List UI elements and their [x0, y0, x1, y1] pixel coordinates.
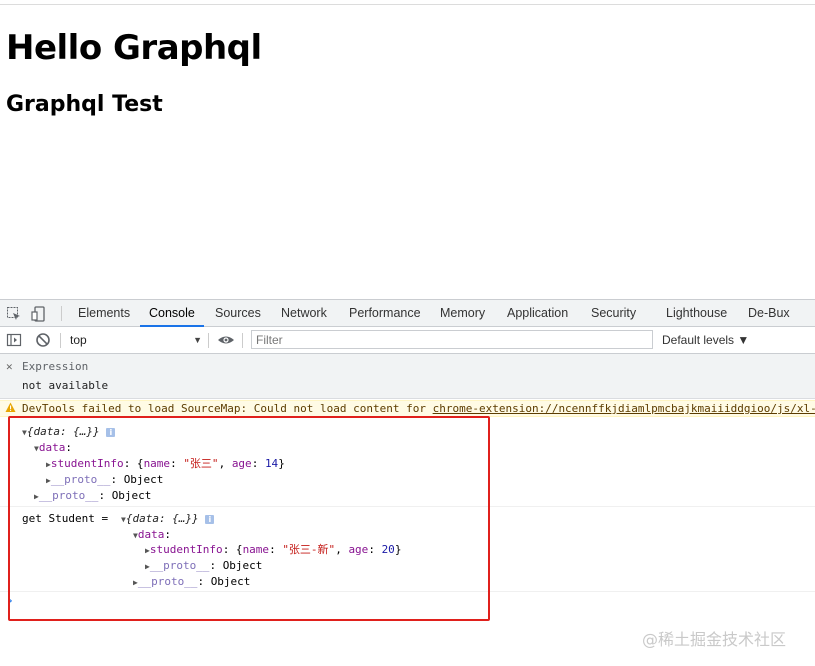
- tab-de-bux[interactable]: De-Bux: [748, 300, 790, 327]
- device-toolbar-icon[interactable]: [31, 306, 47, 322]
- live-expression: ✕ Expression not available: [0, 354, 815, 399]
- devtools-tabbar: Elements Console Sources Network Perform…: [0, 299, 815, 327]
- toolbar-divider: [242, 333, 243, 348]
- context-value: top: [70, 333, 87, 347]
- clear-console-icon[interactable]: [35, 332, 51, 348]
- default-levels-dropdown[interactable]: Default levels ▼: [662, 331, 749, 349]
- tab-network[interactable]: Network: [281, 300, 327, 327]
- console-toolbar: top ▼ Default levels ▼: [0, 327, 815, 354]
- warning-message: DevTools failed to load SourceMap: Could…: [0, 400, 815, 417]
- tab-security[interactable]: Security: [591, 300, 636, 327]
- warning-text: DevTools failed to load SourceMap: Could…: [22, 402, 433, 415]
- expression-value: not available: [22, 379, 109, 392]
- tab-console[interactable]: Console: [140, 300, 204, 327]
- sourcemap-link[interactable]: chrome-extension://ncennffkjdiamlpmcbajk…: [433, 402, 815, 415]
- tab-elements[interactable]: Elements: [78, 300, 130, 327]
- tab-performance[interactable]: Performance: [349, 300, 421, 327]
- expression-label[interactable]: Expression: [22, 360, 88, 373]
- toolbar-divider: [60, 333, 61, 348]
- context-selector[interactable]: top ▼: [66, 331, 206, 349]
- page-heading: Hello Graphql: [6, 28, 262, 68]
- eye-icon[interactable]: [217, 332, 234, 348]
- tab-sources[interactable]: Sources: [215, 300, 261, 327]
- tab-application[interactable]: Application: [507, 300, 568, 327]
- highlight-box: [8, 416, 490, 621]
- tab-memory[interactable]: Memory: [440, 300, 485, 327]
- tab-lighthouse[interactable]: Lighthouse: [666, 300, 727, 327]
- inspect-element-icon[interactable]: [6, 306, 22, 322]
- watermark: @稀土掘金技术社区: [642, 630, 787, 649]
- toolbar-divider: [208, 333, 209, 348]
- warning-icon: [5, 402, 16, 416]
- tab-divider: [61, 306, 62, 321]
- page-subheading: Graphql Test: [6, 92, 163, 117]
- chevron-down-icon: ▼: [193, 335, 202, 345]
- close-icon[interactable]: ✕: [6, 360, 13, 373]
- filter-input[interactable]: [251, 330, 653, 349]
- browser-top-border: [0, 0, 815, 5]
- sidebar-toggle-icon[interactable]: [6, 332, 22, 348]
